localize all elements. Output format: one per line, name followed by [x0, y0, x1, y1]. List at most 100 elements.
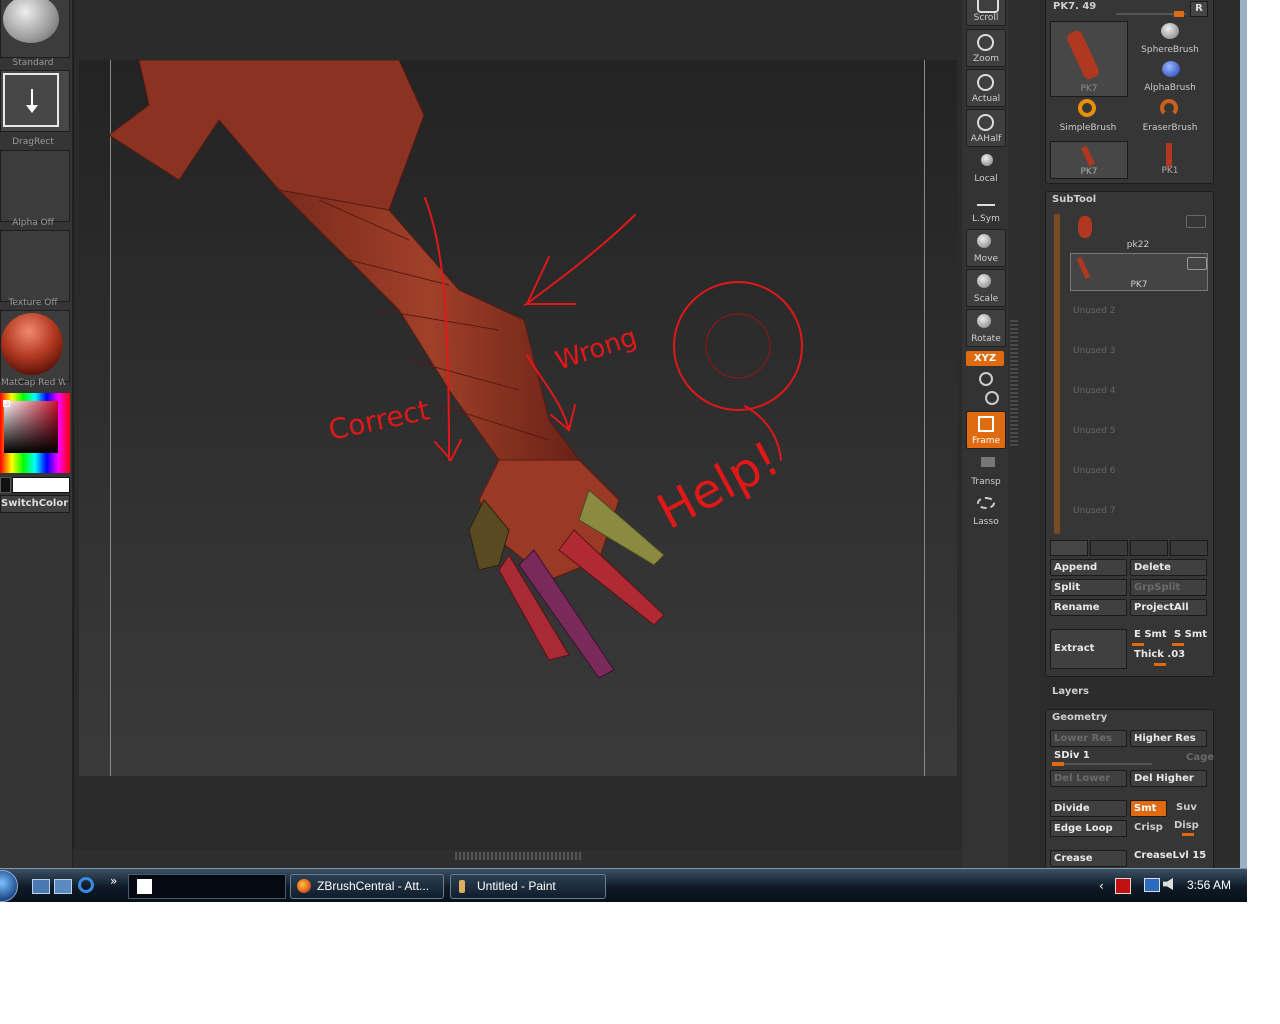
brush-slot[interactable]: Standard	[0, 0, 70, 68]
security-alert-icon[interactable]	[1115, 878, 1131, 894]
disp-slider-label[interactable]: Disp	[1174, 820, 1199, 831]
minimized-window-slot[interactable]	[128, 874, 286, 899]
scale-button[interactable]: Scale	[966, 269, 1006, 307]
subtool-unused-6[interactable]: Unused 6	[1073, 466, 1116, 476]
move-button[interactable]: Move	[966, 229, 1006, 267]
frame-button[interactable]: Frame	[966, 411, 1006, 449]
zoom-button[interactable]: Zoom	[966, 29, 1006, 67]
main-color-swatch[interactable]	[12, 477, 70, 493]
thick-slider-knob[interactable]	[1154, 663, 1166, 666]
sdiv-slider[interactable]	[1052, 762, 1152, 766]
lsym-button[interactable]: L.Sym	[966, 189, 1006, 227]
subtool-unused-7[interactable]: Unused 7	[1073, 506, 1116, 516]
r-button[interactable]: R	[1190, 1, 1208, 17]
material-slot[interactable]: MatCap Red Wa	[0, 310, 70, 388]
tool-item-spherebrush[interactable]: SphereBrush	[1132, 21, 1208, 57]
stroke-slot[interactable]: DragRect	[0, 70, 70, 147]
tool-item-eraserbrush[interactable]: EraserBrush	[1132, 99, 1208, 135]
scroll-hand-icon	[977, 0, 999, 13]
dragrect-icon	[3, 73, 59, 127]
lasso-button[interactable]: Lasso	[966, 492, 1006, 530]
texture-slot[interactable]: Texture Off	[0, 230, 70, 308]
grpsplit-button[interactable]: GrpSplit	[1130, 579, 1207, 596]
move-subtool-down-arrow-icon[interactable]	[1090, 540, 1128, 556]
s-smt-slider-label[interactable]: S Smt	[1174, 629, 1207, 640]
disp-slider-knob[interactable]	[1182, 833, 1194, 836]
divide-button[interactable]: Divide	[1050, 800, 1127, 817]
subtool-item-pk7[interactable]: PK7	[1070, 253, 1208, 291]
subtool-redo-arrow-icon[interactable]	[1130, 540, 1168, 556]
crisp-toggle[interactable]: Crisp	[1134, 822, 1163, 833]
quick-launch-overflow-icon[interactable]: »	[110, 874, 117, 888]
tray-divider-handle[interactable]	[1010, 320, 1018, 448]
tool-item-pk1[interactable]: PK1	[1132, 141, 1208, 177]
subtool-unused-2[interactable]: Unused 2	[1073, 306, 1116, 316]
suv-toggle[interactable]: Suv	[1176, 802, 1197, 813]
taskbar-button-paint[interactable]: Untitled - Paint	[450, 874, 606, 899]
alpha-slot[interactable]: Alpha Off	[0, 150, 70, 228]
document-collapse-handle[interactable]	[455, 852, 581, 860]
subtool-merge-arrow-icon[interactable]	[1170, 540, 1208, 556]
del-higher-button[interactable]: Del Higher	[1130, 770, 1207, 787]
append-button[interactable]: Append	[1050, 559, 1127, 576]
subtool-unused-4[interactable]: Unused 4	[1073, 386, 1116, 396]
canvas-3d-viewport[interactable]: Correct Wrong Help!	[79, 60, 957, 776]
zoom-magnifier-icon	[977, 34, 994, 51]
tool-item-pk7[interactable]: PK7	[1050, 141, 1128, 179]
cage-button[interactable]: Cage	[1186, 752, 1214, 763]
rotate-button[interactable]: Rotate	[966, 309, 1006, 347]
extract-button[interactable]: Extract	[1050, 629, 1127, 669]
network-icon[interactable]	[1144, 878, 1160, 892]
s-smt-slider-knob[interactable]	[1172, 643, 1184, 646]
delete-button[interactable]: Delete	[1130, 559, 1207, 576]
subtool-unused-5[interactable]: Unused 5	[1073, 426, 1116, 436]
thick-slider-label[interactable]: Thick .03	[1134, 649, 1185, 660]
annotation-wrong: Wrong	[552, 322, 641, 376]
color-picker[interactable]	[0, 393, 70, 473]
show-desktop-icon[interactable]	[32, 879, 50, 894]
pk22-visibility-icon[interactable]	[1186, 215, 1206, 228]
subtool-item-pk22[interactable]: pk22	[1070, 212, 1206, 250]
rotate-y-icon[interactable]	[979, 372, 993, 386]
xyz-toggle[interactable]: XYZ	[966, 351, 1004, 366]
split-button[interactable]: Split	[1050, 579, 1127, 596]
rename-button[interactable]: Rename	[1050, 599, 1127, 616]
switch-color-button[interactable]: SwitchColor	[0, 495, 70, 513]
secondary-color-swatch[interactable]	[0, 477, 11, 493]
system-clock[interactable]: 3:56 AM	[1187, 878, 1231, 892]
edge-loop-button[interactable]: Edge Loop	[1050, 820, 1127, 837]
layers-header[interactable]: Layers	[1052, 686, 1089, 697]
crease-button[interactable]: Crease	[1050, 850, 1127, 867]
aahalf-button[interactable]: AAHalf	[966, 109, 1006, 147]
rotate-z-icon[interactable]	[985, 391, 999, 405]
pk7-visibility-icon[interactable]	[1187, 257, 1207, 270]
e-smt-slider-knob[interactable]	[1132, 643, 1144, 646]
e-smt-slider-label[interactable]: E Smt	[1134, 629, 1167, 640]
del-lower-button[interactable]: Del Lower	[1050, 770, 1127, 787]
projectall-button[interactable]: ProjectAll	[1130, 599, 1207, 616]
tool-slider[interactable]	[1116, 11, 1186, 17]
taskbar-button-zbrushcentral[interactable]: ZBrushCentral - Att...	[290, 874, 444, 899]
higher-res-button[interactable]: Higher Res	[1130, 730, 1207, 747]
internet-explorer-icon[interactable]	[78, 877, 94, 893]
sdiv-slider-label[interactable]: SDiv 1	[1054, 750, 1090, 761]
tool-item-alphabrush[interactable]: AlphaBrush	[1132, 59, 1208, 95]
move-subtool-up-arrow-icon[interactable]	[1050, 540, 1088, 556]
lower-res-button[interactable]: Lower Res	[1050, 730, 1127, 747]
local-button[interactable]: Local	[966, 149, 1006, 187]
material-label: MatCap Red Wa	[1, 378, 65, 388]
subtool-scrollbar[interactable]	[1054, 214, 1060, 534]
geometry-title[interactable]: Geometry	[1052, 712, 1107, 723]
crease-level-slider[interactable]: CreaseLvl 15	[1134, 850, 1206, 861]
transp-button[interactable]: Transp	[966, 452, 1006, 490]
tool-item-simplebrush[interactable]: SimpleBrush	[1050, 99, 1126, 135]
switch-windows-icon[interactable]	[54, 879, 72, 894]
actual-button[interactable]: Actual	[966, 69, 1006, 107]
subtool-unused-3[interactable]: Unused 3	[1073, 346, 1116, 356]
volume-icon[interactable]	[1163, 878, 1173, 890]
smt-toggle[interactable]: Smt	[1130, 800, 1167, 817]
scroll-button[interactable]: Scroll	[966, 0, 1006, 26]
tray-expand-chevron-icon[interactable]: ‹	[1099, 879, 1104, 893]
tool-item-pk7-active[interactable]: PK7	[1050, 21, 1128, 97]
start-orb-icon[interactable]	[0, 870, 18, 902]
